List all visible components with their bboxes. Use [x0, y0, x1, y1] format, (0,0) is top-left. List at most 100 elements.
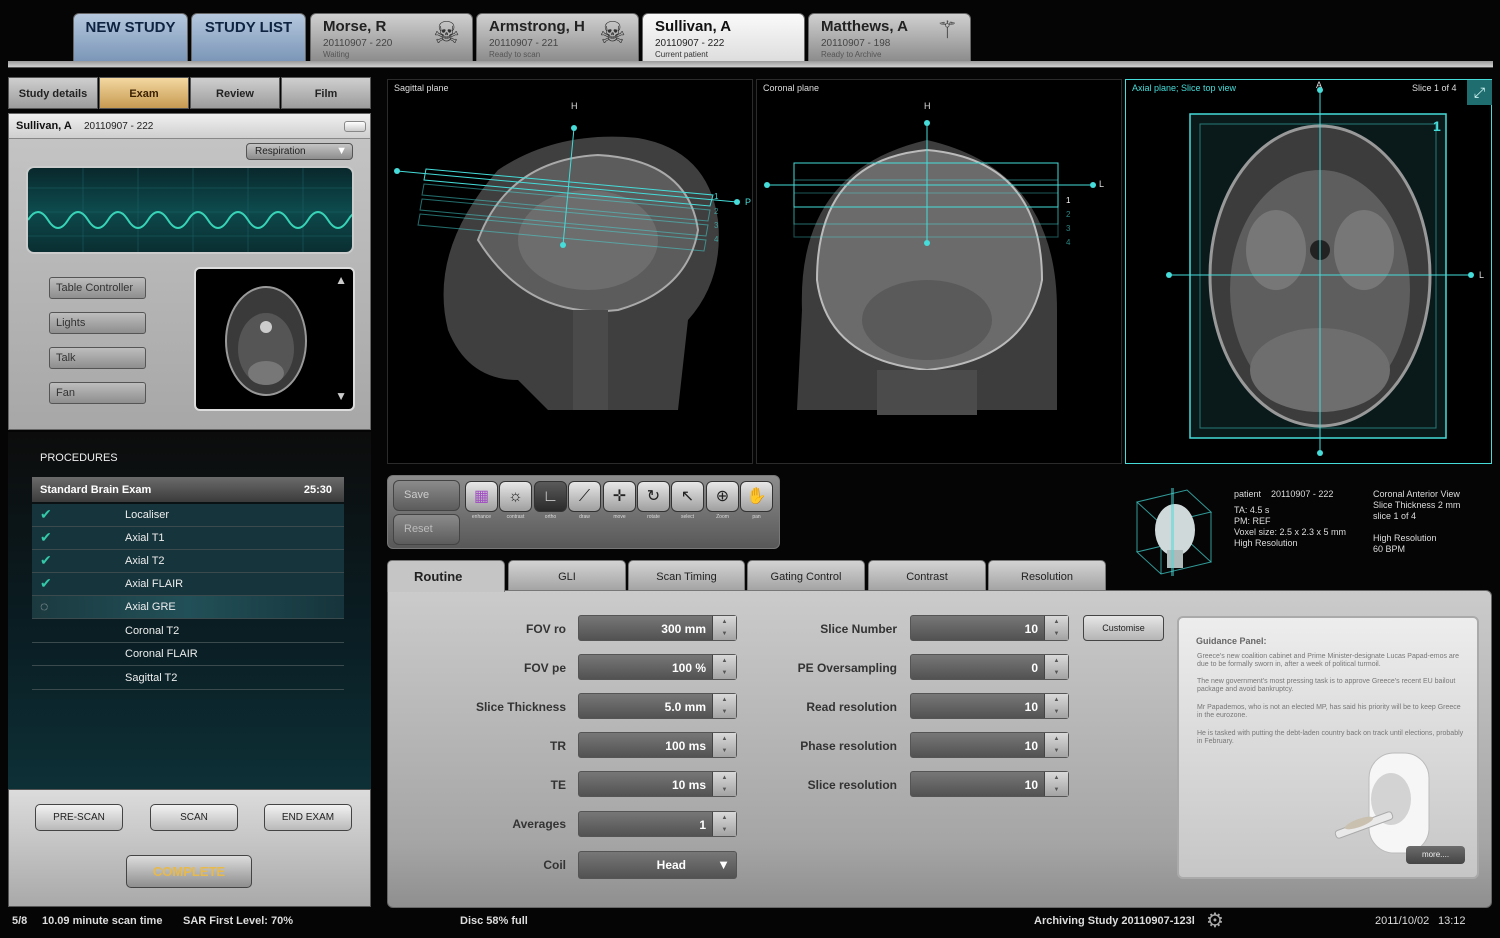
procedure-row-axial-t1[interactable]: ✔ Axial T1 — [32, 527, 344, 550]
tab-review[interactable]: Review — [190, 77, 280, 109]
stepper-icon[interactable]: ▲ ▼ — [712, 694, 736, 718]
rotate-icon[interactable]: ↻ — [637, 481, 670, 512]
customise-button[interactable]: Customise — [1083, 615, 1164, 641]
read-resolution-field[interactable]: 10 ▲ ▼ — [910, 693, 1069, 719]
procedure-label: Coronal T2 — [125, 625, 180, 637]
coronal-image — [764, 120, 1096, 415]
more-button[interactable]: more.... — [1406, 846, 1465, 864]
scan-info-right: Coronal Anterior View Slice Thickness 2 … — [1373, 489, 1460, 555]
exam-duration: 25:30 — [303, 484, 332, 496]
tab-resolution[interactable]: Resolution — [988, 560, 1106, 591]
chevron-down-icon: ▼ — [717, 857, 730, 872]
coronal-viewport[interactable]: Coronal plane H L 1 2 3 4 — [756, 79, 1122, 464]
gear-icon[interactable]: ⚙ — [1206, 908, 1224, 933]
patient-tab-matthews[interactable]: Matthews, A 20110907 - 198 Ready to Arch… — [808, 13, 971, 62]
procedure-row-axial-flair[interactable]: ✔ Axial FLAIR — [32, 573, 344, 596]
procedure-row-sagittal-t2[interactable]: Sagittal T2 — [32, 667, 344, 690]
zoom-icon[interactable]: ⊕ — [706, 481, 739, 512]
info-patient-id: 20110907 - 222 — [1271, 489, 1334, 499]
patient-status: Ready to scan — [489, 50, 541, 59]
tool-label: move — [613, 514, 626, 520]
procedure-row-localiser[interactable]: ✔ Localiser — [32, 504, 344, 527]
slice-number-field[interactable]: 10 ▲ ▼ — [910, 615, 1069, 641]
stepper-icon[interactable]: ▲ ▼ — [712, 772, 736, 796]
tab-scan-timing[interactable]: Scan Timing — [628, 560, 745, 591]
table-controller-button[interactable]: Table Controller — [49, 277, 146, 299]
fan-button[interactable]: Fan — [49, 382, 146, 404]
phase-resolution-field[interactable]: 10 ▲ ▼ — [910, 732, 1069, 758]
draw-icon[interactable]: ⟋ — [568, 481, 601, 512]
chevron-down-icon: ▼ — [336, 145, 347, 157]
procedure-row-axial-t2[interactable]: ✔ Axial T2 — [32, 550, 344, 573]
exam-header-row[interactable]: Standard Brain Exam 25:30 — [32, 477, 344, 502]
respiration-waveform — [26, 166, 354, 254]
tab-exam[interactable]: Exam — [99, 77, 189, 109]
te-field[interactable]: 10 ms ▲ ▼ — [578, 771, 737, 797]
averages-field[interactable]: 1 ▲ ▼ — [578, 811, 737, 837]
param-label-coil: Coil — [543, 858, 566, 872]
stepper-icon[interactable]: ▲ ▼ — [712, 733, 736, 757]
tab-gating-control[interactable]: Gating Control — [747, 560, 865, 591]
talk-button[interactable]: Talk — [49, 347, 146, 369]
tab-study-details[interactable]: Study details — [8, 77, 98, 109]
guidance-title: Guidance Panel: — [1196, 636, 1267, 646]
stepper-icon[interactable]: ▲ ▼ — [1044, 733, 1068, 757]
reset-button[interactable]: Reset — [393, 514, 460, 545]
tab-gli[interactable]: GLI — [508, 560, 626, 591]
scroll-up-icon[interactable]: ▲ — [335, 273, 347, 287]
patient-id: 20110907 - 198 — [821, 38, 891, 49]
stepper-icon[interactable]: ▲ ▼ — [1044, 655, 1068, 679]
complete-button[interactable]: COMPLETE — [126, 855, 252, 888]
info-resolution: High Resolution — [1234, 538, 1298, 548]
stepper-icon[interactable]: ▲ ▼ — [1044, 616, 1068, 640]
end-exam-button[interactable]: END EXAM — [264, 804, 352, 831]
tab-routine[interactable]: Routine — [387, 560, 505, 592]
procedure-row-coronal-flair[interactable]: Coronal FLAIR — [32, 643, 344, 666]
sagittal-viewport[interactable]: Sagittal plane H P 1 2 3 4 — [387, 79, 753, 464]
fov-pe-field[interactable]: 100 % ▲ ▼ — [578, 654, 737, 680]
stepper-icon[interactable]: ▲ ▼ — [712, 655, 736, 679]
select-icon[interactable]: ↖ — [671, 481, 704, 512]
header-toggle[interactable] — [344, 121, 366, 132]
contrast-icon[interactable]: ☼ — [499, 481, 532, 512]
status-scan-time: 10.09 minute scan time — [42, 915, 163, 927]
study-list-tab[interactable]: STUDY LIST — [191, 13, 306, 62]
header-patient-name: Sullivan, A — [16, 120, 72, 132]
axial-thumbnail[interactable]: ▲ ▼ — [194, 267, 355, 411]
tab-contrast[interactable]: Contrast — [868, 560, 986, 591]
stepper-icon[interactable]: ▲ ▼ — [712, 616, 736, 640]
slice-thickness-field[interactable]: 5.0 mm ▲ ▼ — [578, 693, 737, 719]
respiration-select-value: Respiration — [255, 146, 306, 157]
slice-label: 4 — [714, 235, 719, 244]
patient-tab-morse[interactable]: Morse, R 20110907 - 220 Waiting ☠ — [310, 13, 473, 62]
scroll-down-icon[interactable]: ▼ — [335, 389, 347, 403]
exam-name: Standard Brain Exam — [40, 484, 152, 496]
stepper-icon[interactable]: ▲ ▼ — [1044, 694, 1068, 718]
stepper-icon[interactable]: ▲ ▼ — [1044, 772, 1068, 796]
slice-resolution-field[interactable]: 10 ▲ ▼ — [910, 771, 1069, 797]
scan-button[interactable]: SCAN — [150, 804, 238, 831]
procedure-row-coronal-t2[interactable]: Coronal T2 — [32, 620, 344, 643]
pe-oversampling-field[interactable]: 0 ▲ ▼ — [910, 654, 1069, 680]
fov-ro-field[interactable]: 300 mm ▲ ▼ — [578, 615, 737, 641]
new-study-tab[interactable]: NEW STUDY — [73, 13, 188, 62]
axial-viewport[interactable]: Axial plane; Slice top view Slice 1 of 4… — [1125, 79, 1492, 464]
tool-label: select — [680, 514, 695, 520]
procedure-row-axial-gre[interactable]: ◌ Axial GRE — [32, 596, 344, 619]
patient-tab-sullivan[interactable]: Sullivan, A 20110907 - 222 Current patie… — [642, 13, 805, 65]
save-button[interactable]: Save — [393, 480, 460, 511]
respiration-select[interactable]: Respiration ▼ — [246, 143, 353, 160]
move-icon[interactable]: ✛ — [603, 481, 636, 512]
lights-button[interactable]: Lights — [49, 312, 146, 334]
ortho-icon[interactable]: ∟ — [534, 481, 567, 512]
tab-film[interactable]: Film — [281, 77, 371, 109]
coil-select[interactable]: Head ▼ — [578, 851, 737, 879]
pan-icon[interactable]: ✋ — [740, 481, 773, 512]
param-label-pe-oversampling: PE Oversampling — [797, 661, 897, 675]
enhance-icon[interactable]: ▦ — [465, 481, 498, 512]
pre-scan-button[interactable]: PRE-SCAN — [35, 804, 123, 831]
guidance-panel: Guidance Panel: Greece's new coalition c… — [1177, 616, 1479, 879]
stepper-icon[interactable]: ▲ ▼ — [712, 812, 736, 836]
tr-field[interactable]: 100 ms ▲ ▼ — [578, 732, 737, 758]
patient-tab-armstrong[interactable]: Armstrong, H 20110907 - 221 Ready to sca… — [476, 13, 639, 62]
